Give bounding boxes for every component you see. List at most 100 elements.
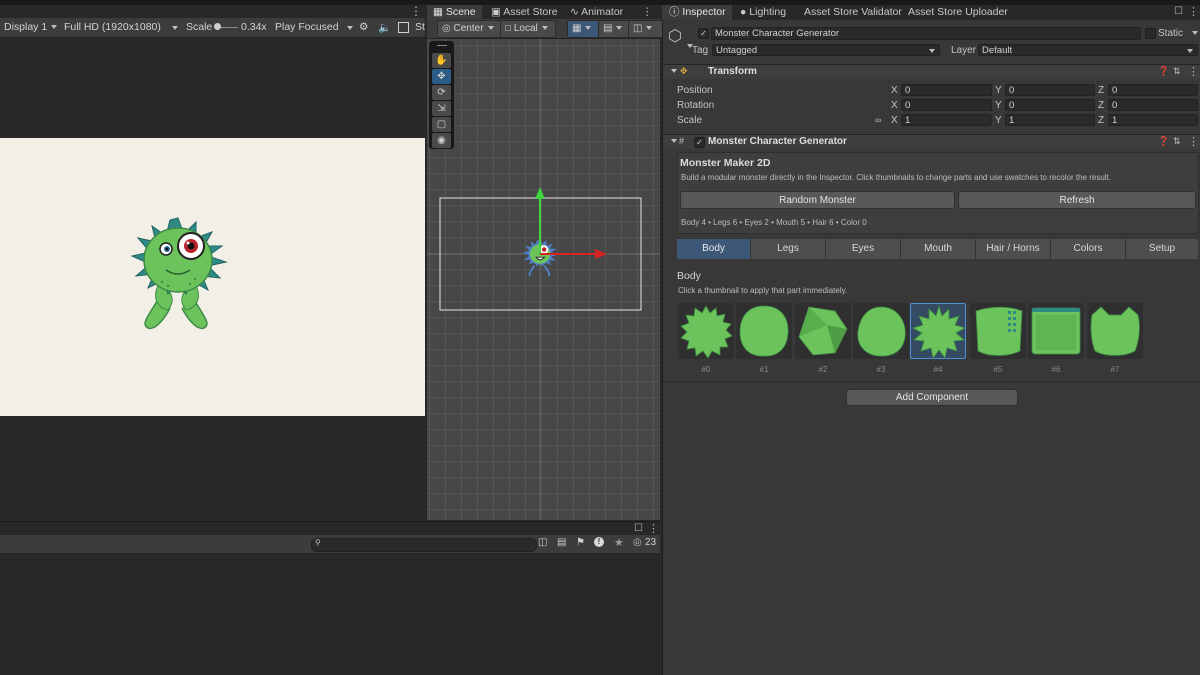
body-thumb-3[interactable]	[853, 303, 909, 359]
stats-toggle[interactable]: St	[415, 21, 425, 33]
layer-dropdown[interactable]: Default	[978, 44, 1198, 56]
space-dropdown[interactable]: □ Local	[500, 20, 556, 38]
rotation-y-field[interactable]: 0	[1005, 99, 1095, 111]
transform-tool-icon[interactable]: ◉	[432, 133, 451, 148]
lock-icon[interactable]: ☐	[1174, 6, 1183, 17]
resolution-dropdown[interactable]: Full HD (1920x1080)	[55, 21, 180, 33]
tab-setup[interactable]: Setup	[1126, 239, 1198, 259]
thumb-label: #3	[876, 365, 886, 374]
axis-y-label: Y	[995, 100, 1002, 111]
lock-icon[interactable]: ☐	[634, 523, 643, 534]
transform-header[interactable]: ✥ Transform ❓ ⇅ ⋮	[663, 64, 1200, 79]
gameobject-cube-icon: ⬡	[668, 28, 682, 45]
body-thumb-2[interactable]	[795, 303, 851, 359]
chevron-down-icon	[487, 26, 494, 31]
scale-tool-icon[interactable]: ⇲	[432, 101, 451, 116]
tool-palette: ✋ ✥ ⟳ ⇲ ▢ ◉	[429, 41, 454, 149]
tab-hair-horns[interactable]: Hair / Horns	[976, 239, 1051, 259]
presets-icon[interactable]: ⇅	[1173, 66, 1181, 77]
search-input[interactable]: ⚲	[311, 538, 537, 552]
tab-animator[interactable]: ∿ Animator	[564, 5, 629, 20]
tag-dropdown[interactable]: Untagged	[712, 44, 940, 56]
rotation-x-field[interactable]: 0	[901, 99, 992, 111]
tab-lighting[interactable]: ● Lighting	[734, 5, 792, 20]
more-options-icon[interactable]: ⋮	[1188, 135, 1199, 148]
favorite-star-icon[interactable]: ★	[614, 536, 624, 549]
axis-x-label: X	[891, 100, 898, 111]
play-mode-dropdown[interactable]: Play Focused	[275, 21, 353, 33]
pivot-dropdown[interactable]: ◎ Center	[437, 20, 501, 38]
body-thumb-7[interactable]	[1087, 303, 1143, 359]
position-x-field[interactable]: 0	[901, 84, 992, 96]
help-icon[interactable]: ❓	[1158, 136, 1169, 147]
tab-asset-store-validator[interactable]: Asset Store Validator	[798, 5, 908, 20]
refresh-button[interactable]: Refresh	[958, 191, 1196, 209]
display-dropdown[interactable]: Display 1	[4, 21, 58, 33]
more-options-icon[interactable]: ⋮	[1188, 65, 1199, 78]
more-options-icon[interactable]: ⋮	[410, 4, 422, 18]
chevron-down-icon	[1187, 49, 1193, 53]
tab-inspector[interactable]: ⓘ Inspector	[662, 5, 732, 20]
gizmos-grid-icon[interactable]	[398, 22, 409, 33]
tab-asset-store[interactable]: ▣ Asset Store	[485, 5, 564, 20]
scale-x-field[interactable]: 1	[901, 114, 992, 126]
scene-view[interactable]	[427, 39, 660, 520]
rotate-tool-icon[interactable]: ⟳	[432, 85, 451, 100]
tab-scene[interactable]: ▦ Scene	[427, 5, 482, 20]
help-icon[interactable]: ❓	[1158, 66, 1169, 77]
scale-z-field[interactable]: 1	[1108, 114, 1198, 126]
body-thumb-6[interactable]	[1028, 303, 1084, 359]
scale-label: Scale	[186, 21, 213, 33]
scale-y-field[interactable]: 1	[1005, 114, 1095, 126]
tab-eyes[interactable]: Eyes	[826, 239, 901, 259]
label-icon[interactable]: ⚑	[576, 537, 585, 548]
body-thumb-0[interactable]	[678, 303, 734, 359]
tab-asset-store-uploader[interactable]: Asset Store Uploader	[902, 5, 1014, 20]
tab-legs[interactable]: Legs	[751, 239, 826, 259]
divider	[663, 381, 1200, 382]
link-icon[interactable]: ∞	[875, 115, 881, 125]
block-dotted-body	[975, 306, 1023, 356]
add-component-button[interactable]: Add Component	[846, 389, 1018, 406]
chevron-down-icon	[671, 139, 677, 143]
script-icon: #	[679, 136, 685, 146]
rotation-z-field[interactable]: 0	[1108, 99, 1198, 111]
tab-colors[interactable]: Colors	[1051, 239, 1126, 259]
speaker-icon[interactable]: 🔈	[378, 21, 391, 34]
body-thumb-5[interactable]	[970, 303, 1026, 359]
active-checkbox[interactable]: ✓	[698, 28, 709, 39]
chevron-down-icon[interactable]	[1192, 31, 1198, 35]
tab-mouth[interactable]: Mouth	[901, 239, 976, 259]
random-monster-button[interactable]: Random Monster	[680, 191, 955, 209]
mute-audio-icon[interactable]: ⚙	[359, 21, 368, 33]
generator-component-header[interactable]: # ✓ Monster Character Generator ❓ ⇅ ⋮	[663, 134, 1200, 149]
more-options-icon[interactable]: ⋮	[642, 5, 653, 20]
position-y-field[interactable]: 0	[1005, 84, 1095, 96]
more-options-icon[interactable]: ⋮	[648, 522, 659, 535]
filter-icon[interactable]: ▤	[557, 537, 566, 548]
warning-toggle-icon[interactable]: !	[594, 537, 604, 547]
tab-body[interactable]: Body	[677, 239, 751, 259]
axis-x-label: X	[891, 115, 898, 126]
static-checkbox[interactable]	[1145, 28, 1156, 39]
rect-tool-icon[interactable]: ▢	[432, 117, 451, 132]
thumb-label: #7	[1110, 365, 1120, 374]
body-thumb-4[interactable]	[910, 303, 967, 359]
lightbulb-icon: ●	[740, 6, 750, 18]
chevron-down-icon	[541, 26, 548, 31]
move-tool-icon[interactable]: ✥	[432, 69, 451, 84]
scale-slider-handle[interactable]	[214, 23, 221, 30]
component-enabled-checkbox[interactable]: ✓	[694, 137, 705, 148]
presets-icon[interactable]: ⇅	[1173, 136, 1181, 147]
overlays-button[interactable]: ◫	[628, 20, 664, 38]
body-thumb-1[interactable]	[736, 303, 792, 359]
object-name-field[interactable]: Monster Character Generator	[711, 27, 1141, 40]
visibility-eye-icon[interactable]: ◎	[633, 537, 642, 548]
search-by-type-icon[interactable]: ◫	[538, 537, 547, 548]
monster-maker-heading: Monster Maker 2D	[680, 157, 771, 169]
hand-tool-icon[interactable]: ✋	[432, 53, 451, 68]
palette-grip[interactable]	[437, 45, 447, 46]
more-options-icon[interactable]: ⋮	[1188, 5, 1199, 18]
position-z-field[interactable]: 0	[1108, 84, 1198, 96]
egg-body	[857, 306, 906, 357]
